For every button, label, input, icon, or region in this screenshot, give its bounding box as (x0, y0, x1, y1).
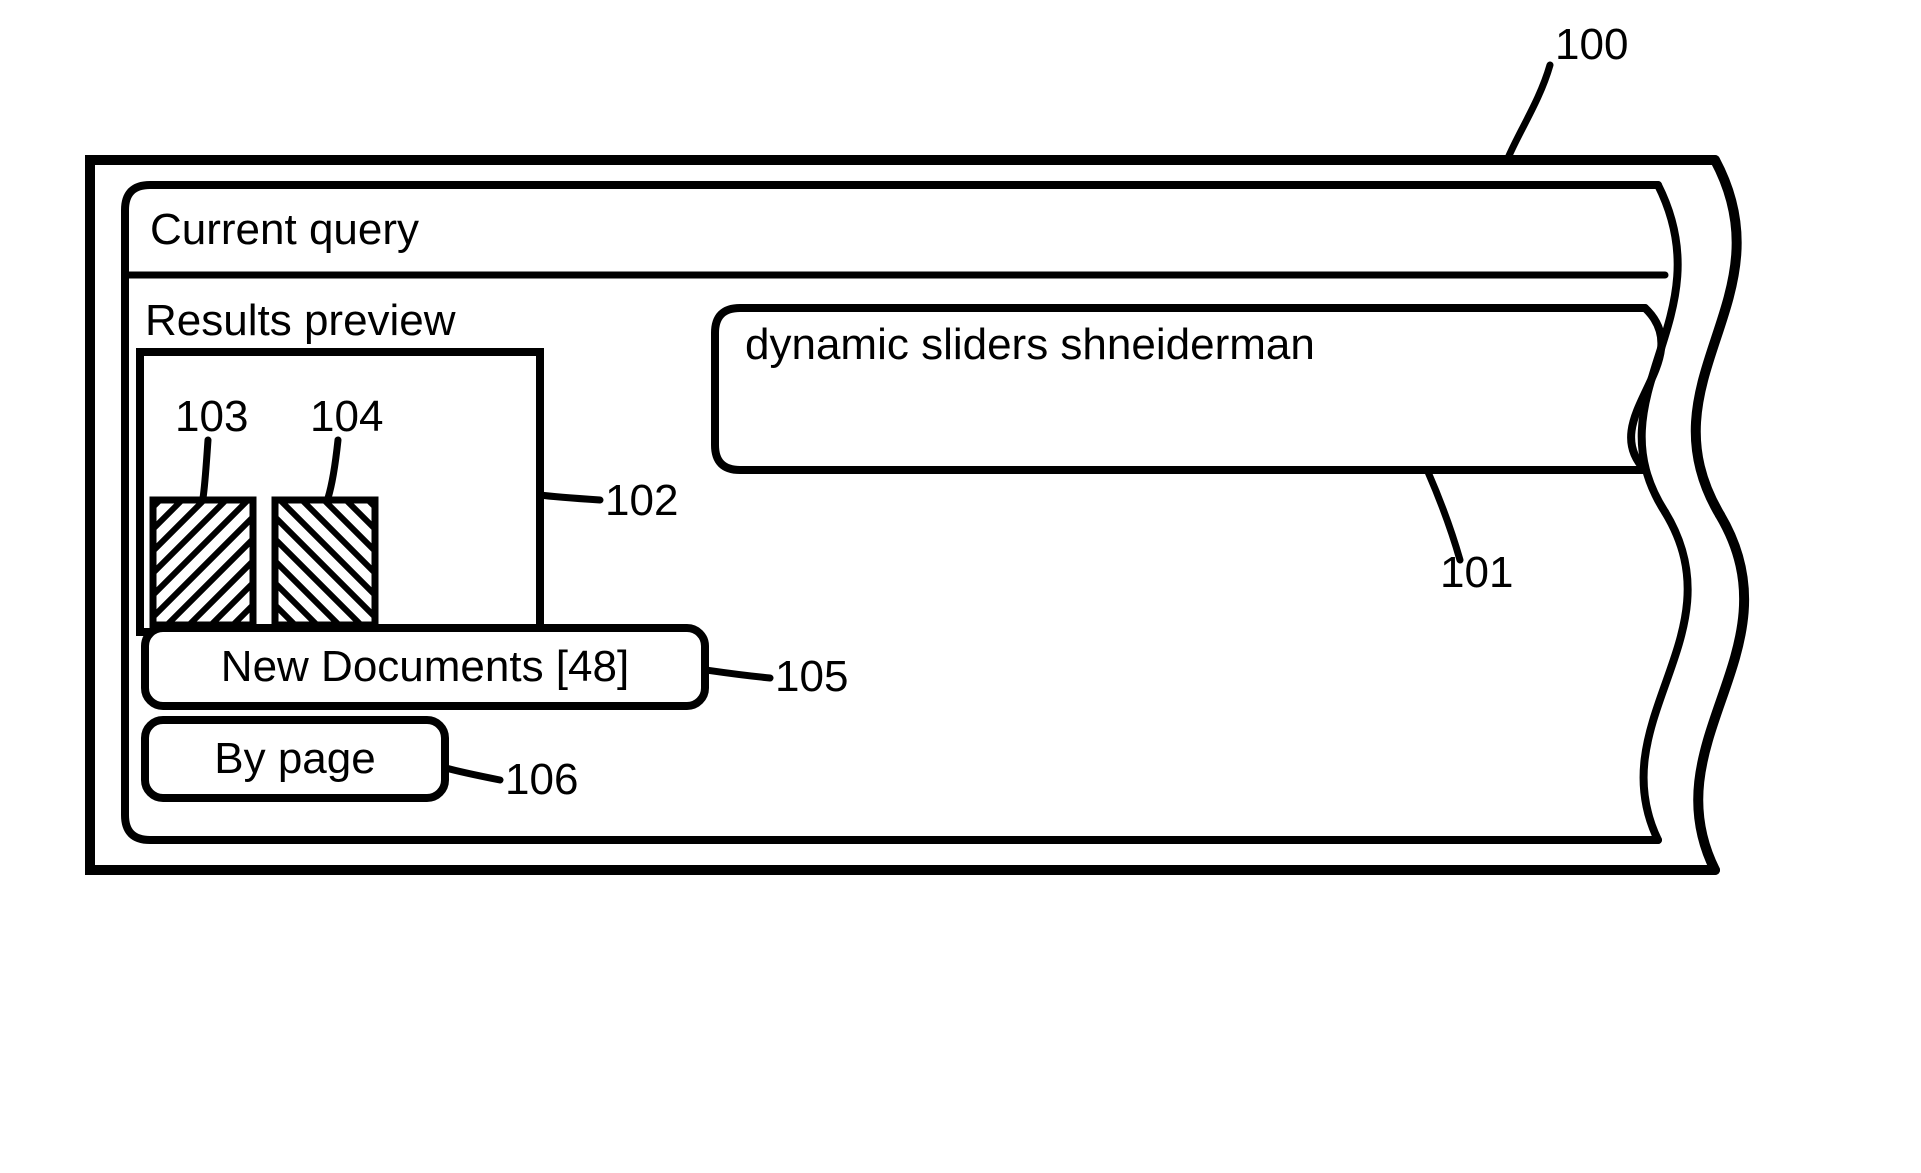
by-page-button[interactable]: By page (145, 734, 445, 784)
figure-stage: Current query Results preview dynamic sl… (0, 0, 1921, 1173)
ref-105: 105 (775, 652, 848, 702)
ref-104: 104 (310, 392, 383, 442)
ref-106: 106 (505, 755, 578, 805)
new-documents-button[interactable]: New Documents [48] (145, 642, 705, 692)
header-title: Current query (150, 205, 419, 255)
bar-right (275, 500, 375, 625)
ref-101: 101 (1440, 548, 1513, 598)
bar-left (153, 500, 253, 625)
figure-svg (0, 0, 1921, 1173)
ref-100: 100 (1555, 20, 1628, 70)
ref-103: 103 (175, 392, 248, 442)
ref-102: 102 (605, 476, 678, 526)
results-preview-label: Results preview (145, 296, 456, 346)
query-text[interactable]: dynamic sliders shneiderman (745, 320, 1315, 370)
